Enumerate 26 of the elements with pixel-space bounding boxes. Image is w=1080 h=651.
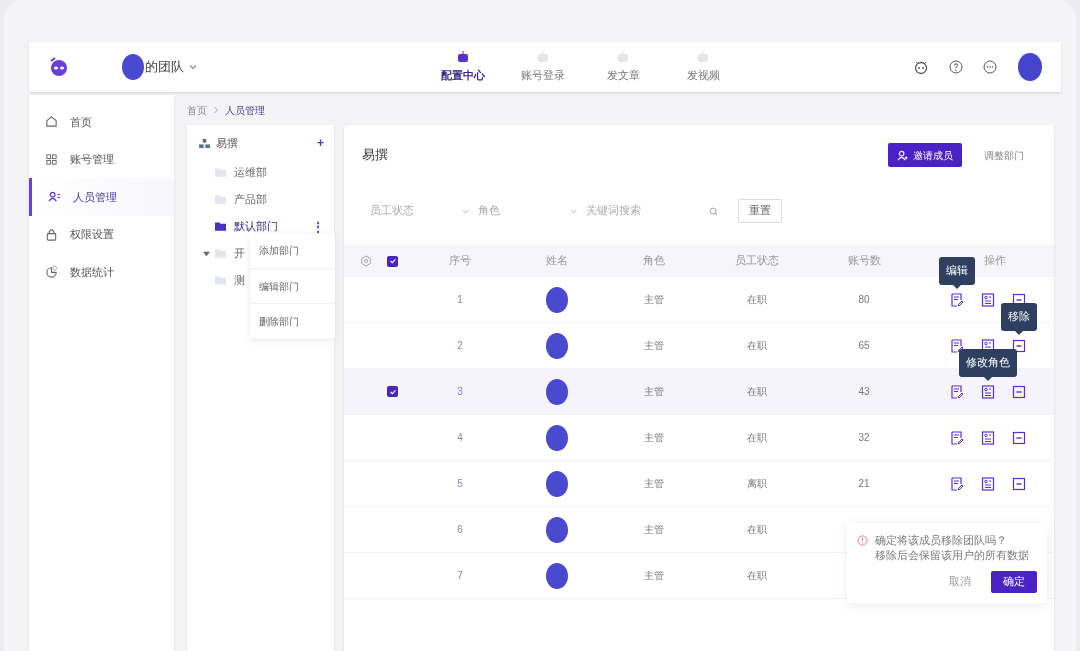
column-header: 账号数 [846, 253, 882, 269]
table-cell-text: 32 [857, 431, 871, 445]
table-cell-text: 6 [456, 523, 464, 537]
table-cell-text: 43 [857, 385, 871, 399]
table-cell-text: 在职 [746, 569, 768, 583]
table-cell-text: 7 [456, 569, 464, 583]
table-cell-text: 在职 [746, 523, 768, 537]
table-cell-text: 3 [456, 385, 464, 399]
confirm-message: 确定将该成员移除团队吗？ [875, 533, 1008, 548]
table-cell-text: 主管 [643, 477, 665, 491]
table-cell-text: 主管 [643, 385, 665, 399]
column-header: 姓名 [545, 253, 569, 269]
table-cell-text: 主管 [643, 523, 665, 537]
column-header: 序号 [448, 253, 472, 269]
table-cell-text: 主管 [643, 431, 665, 445]
table-cell-text: 离职 [746, 477, 768, 491]
panel-title: 易撰 [362, 146, 388, 165]
column-header: 操作 [983, 253, 1007, 269]
table-cell-text: 在职 [746, 385, 768, 399]
column-header: 员工状态 [734, 253, 780, 269]
table-cell-text: 21 [857, 477, 871, 491]
column-header: 角色 [642, 253, 666, 269]
table-cell-text: 4 [456, 431, 464, 445]
table-cell-text: 主管 [643, 569, 665, 583]
table-cell-text: 5 [456, 477, 464, 491]
table-cell-text: 在职 [746, 431, 768, 445]
